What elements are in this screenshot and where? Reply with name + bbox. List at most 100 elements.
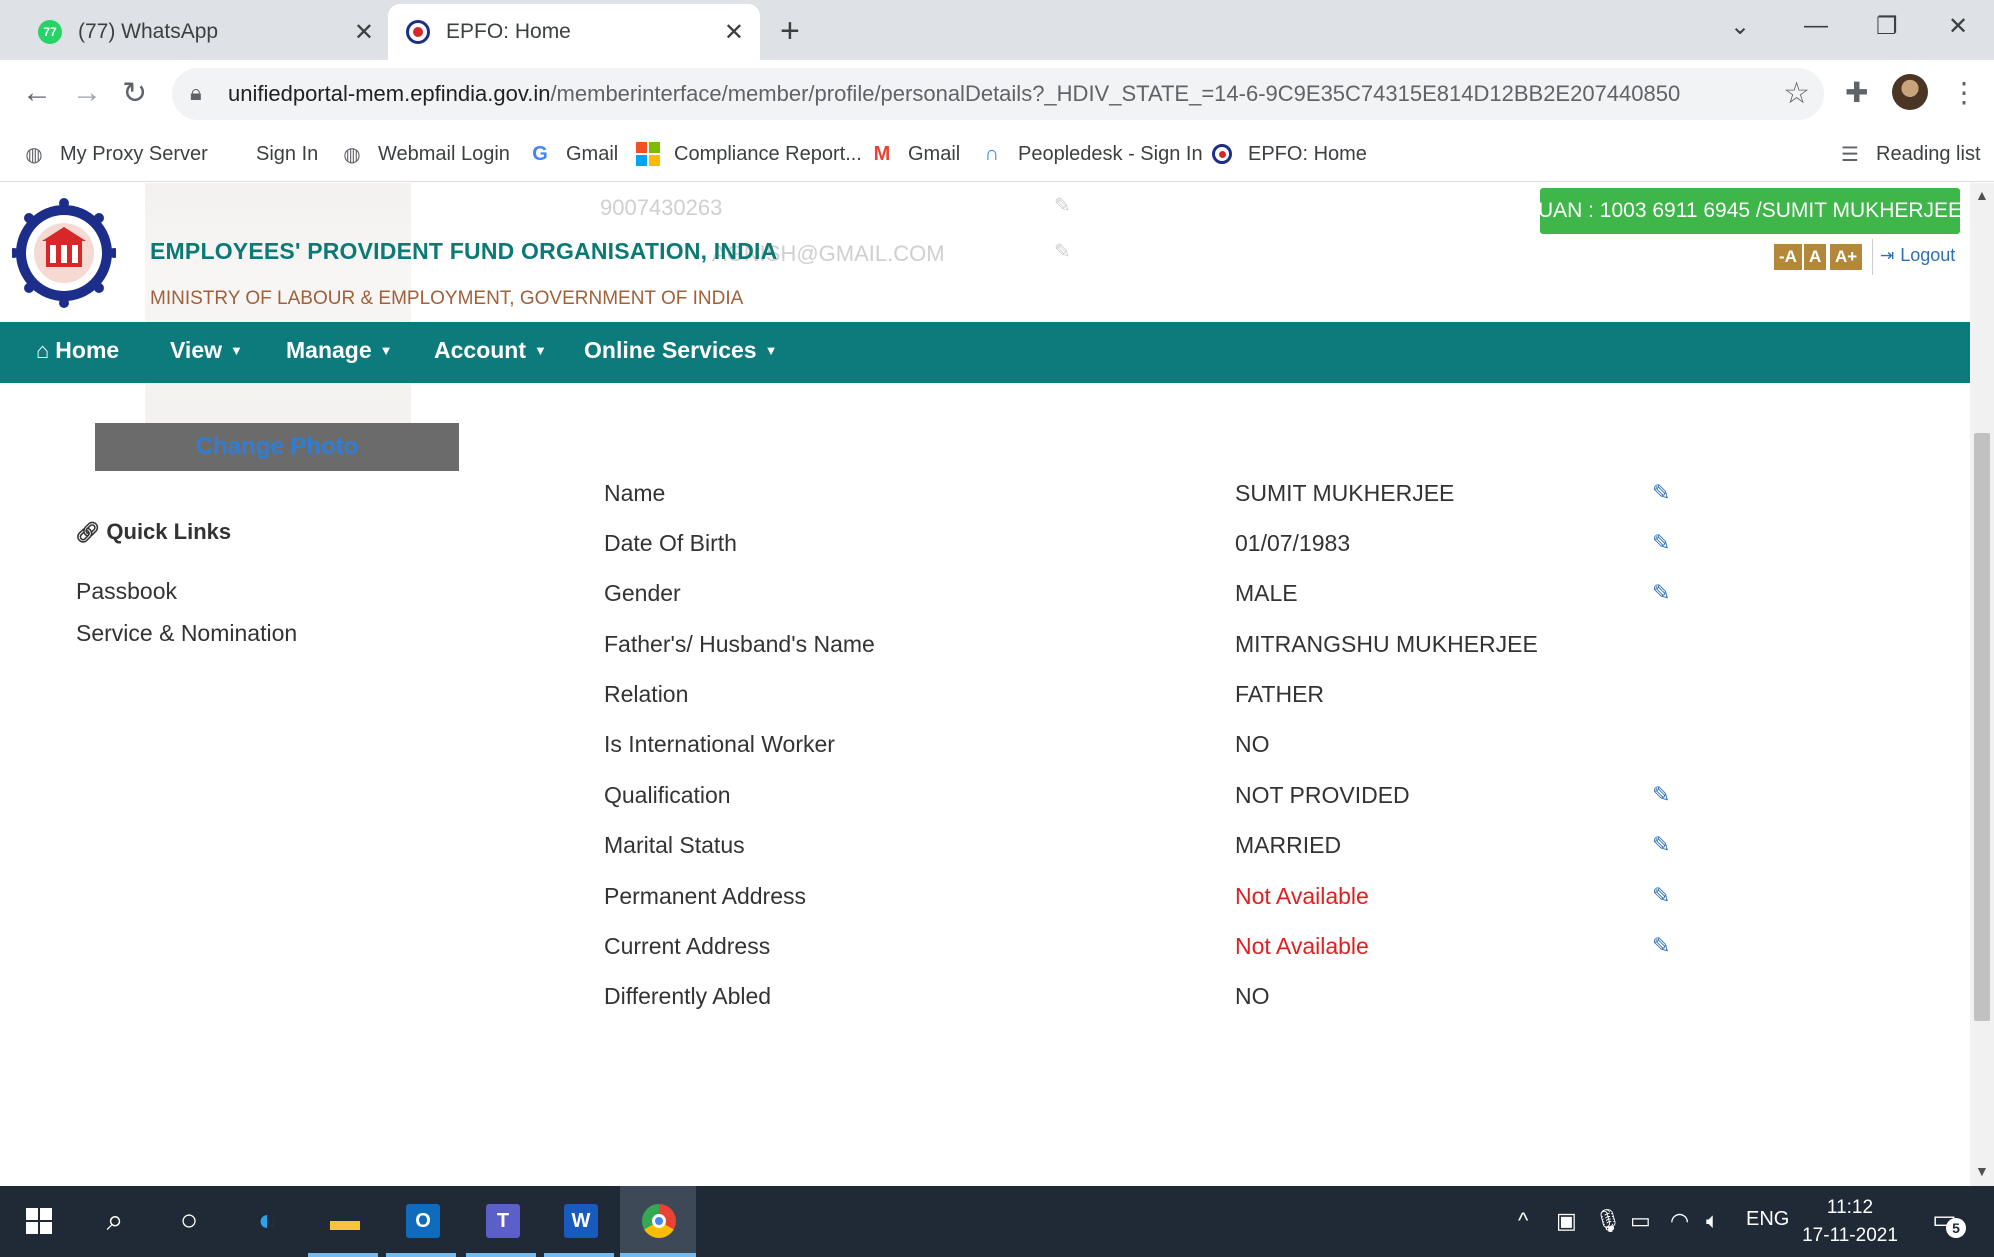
edit-marital-status-pencil-icon[interactable]: ✎ (1652, 832, 1670, 858)
scrollbar-thumb[interactable] (1974, 433, 1990, 1021)
quick-link-service-nomination[interactable]: Service & Nomination (76, 620, 297, 647)
notification-center-icon[interactable]: ▭ 5 (1932, 1204, 1966, 1238)
running-app-underline (386, 1253, 456, 1257)
edit-qualification-pencil-icon[interactable]: ✎ (1652, 782, 1670, 808)
caret-down-icon: ▼ (379, 343, 393, 358)
globe-icon: ◍ (25, 143, 43, 166)
bookmark-webmail-login[interactable]: ◍ Webmail Login (340, 138, 510, 170)
cortana-icon[interactable]: ○ (166, 1198, 212, 1244)
word-icon[interactable]: W (558, 1198, 604, 1244)
detail-value: 01/07/1983 (1235, 530, 1351, 556)
bookmark-gmail-google[interactable]: G Gmail (528, 138, 618, 170)
back-icon[interactable]: ← (22, 76, 52, 110)
profile-avatar[interactable] (1892, 74, 1928, 110)
forward-icon[interactable]: → (72, 76, 102, 110)
minimize-icon[interactable]: — (1804, 12, 1828, 40)
detail-label: Date Of Birth (604, 530, 737, 556)
bookmark-label: EPFO: Home (1248, 142, 1367, 165)
reload-icon[interactable]: ↻ (122, 76, 147, 111)
browser-tab-strip: 77 (77) WhatsApp ✕ EPFO: Home ✕ + ⌄ — ❐ … (0, 0, 1994, 60)
teams-icon[interactable]: T (480, 1198, 526, 1244)
show-hidden-icons-chevron-icon[interactable]: ^ (1518, 1208, 1528, 1234)
ghost-pencil-icon: ✎ (1054, 195, 1071, 217)
edit-current-address-pencil-icon[interactable]: ✎ (1652, 933, 1670, 959)
bookmark-peopledesk[interactable]: ∩ Peopledesk - Sign In (980, 138, 1203, 170)
tab-whatsapp[interactable]: 77 (77) WhatsApp ✕ (20, 4, 390, 60)
detail-value: MALE (1235, 580, 1298, 606)
edit-permanent-address-pencil-icon[interactable]: ✎ (1652, 883, 1670, 909)
bookmark-sign-in[interactable]: Sign In (256, 138, 318, 170)
restore-icon[interactable]: ❐ (1876, 12, 1898, 41)
bookmarks-bar: ◍ My Proxy Server Sign In ◍ Webmail Logi… (0, 128, 1994, 182)
lock-icon: 🔒︎ (190, 80, 202, 105)
bookmark-gmail[interactable]: M Gmail (870, 138, 961, 170)
nav-view-label: View (170, 337, 222, 363)
detail-value: SUMIT MUKHERJEE (1235, 480, 1455, 506)
tab-search-chevron-icon[interactable]: ⌄ (1730, 12, 1750, 41)
page-scrollbar[interactable]: ▲ ▼ (1970, 183, 1994, 1186)
language-indicator[interactable]: ENG (1746, 1208, 1789, 1231)
outlook-icon[interactable]: O (400, 1198, 446, 1244)
logout-link[interactable]: ⇥ Logout (1880, 245, 1955, 266)
address-bar[interactable]: 🔒︎ unifiedportal-mem.epfindia.gov.in/mem… (172, 68, 1824, 120)
nav-home[interactable]: ⌂ Home (36, 337, 119, 364)
star-icon[interactable]: ☆ (1783, 76, 1810, 111)
meet-now-icon[interactable]: ▣ (1556, 1208, 1577, 1234)
running-app-underline (466, 1253, 536, 1257)
header-divider (1872, 239, 1873, 275)
quick-link-passbook[interactable]: Passbook (76, 578, 177, 605)
reading-list-button[interactable]: ☰ Reading list (1838, 138, 1981, 170)
bookmark-epfo-home[interactable]: EPFO: Home (1210, 138, 1367, 170)
nav-view[interactable]: View ▼ (170, 337, 243, 364)
puzzle-icon[interactable]: ✚ (1845, 76, 1868, 109)
tab-epfo-home[interactable]: EPFO: Home ✕ (388, 4, 760, 60)
edit-name-pencil-icon[interactable]: ✎ (1652, 480, 1670, 506)
scroll-up-icon[interactable]: ▲ (1975, 187, 1989, 203)
battery-icon[interactable]: ▭ (1630, 1208, 1651, 1234)
nav-manage[interactable]: Manage ▼ (286, 337, 393, 364)
detail-label: Qualification (604, 782, 731, 808)
change-photo-button[interactable]: Change Photo (95, 423, 459, 471)
microphone-icon[interactable]: 🎙︎ (1594, 1208, 1622, 1234)
font-reset-button[interactable]: A (1804, 244, 1827, 270)
active-app-underline (620, 1253, 696, 1257)
peopledesk-icon: ∩ (984, 142, 1000, 165)
edge-icon[interactable]: ◐ (244, 1198, 290, 1244)
gmail-icon: M (873, 142, 891, 165)
close-tab-icon[interactable]: ✕ (724, 18, 744, 47)
caret-down-icon: ▼ (230, 343, 243, 358)
detail-label: Current Address (604, 933, 771, 959)
nav-online-services[interactable]: Online Services ▼ (584, 337, 777, 364)
edit-dob-pencil-icon[interactable]: ✎ (1652, 530, 1670, 556)
close-tab-icon[interactable]: ✕ (354, 18, 374, 47)
windows-start-icon[interactable] (16, 1198, 62, 1244)
microsoft-logo-icon (636, 142, 660, 166)
address-toolbar: ← → ↻ 🔒︎ unifiedportal-mem.epfindia.gov.… (0, 60, 1994, 128)
file-explorer-icon[interactable]: ▬ (322, 1198, 368, 1244)
search-icon[interactable]: ⌕ (92, 1198, 138, 1244)
uan-badge: UAN : 1003 6911 6945 /SUMIT MUKHERJEE (1538, 188, 1962, 234)
caret-down-icon: ▼ (534, 343, 547, 358)
detail-label: Name (604, 480, 666, 506)
reading-list-label: Reading list (1876, 142, 1981, 165)
edit-gender-pencil-icon[interactable]: ✎ (1652, 580, 1670, 606)
running-app-underline (308, 1253, 378, 1257)
wifi-icon[interactable]: ◠ (1670, 1208, 1689, 1234)
detail-value-not-available: Not Available (1235, 933, 1369, 959)
font-increase-button[interactable]: A+ (1830, 244, 1863, 270)
bookmark-my-proxy-server[interactable]: ◍ My Proxy Server (22, 138, 208, 170)
nav-account[interactable]: Account ▼ (434, 337, 547, 364)
volume-icon[interactable]: 🔈︎ (1706, 1208, 1719, 1234)
kebab-menu-icon[interactable]: ⋮ (1950, 76, 1978, 109)
bookmark-label: Gmail (566, 142, 619, 165)
epfo-logo[interactable] (12, 197, 116, 309)
new-tab-icon[interactable]: + (780, 12, 800, 51)
close-window-icon[interactable]: ✕ (1948, 12, 1968, 41)
taskbar-clock[interactable]: 11:12 17-11-2021 (1790, 1194, 1910, 1250)
epfo-favicon-icon (1210, 142, 1234, 166)
font-decrease-button[interactable]: -A (1774, 244, 1802, 270)
chrome-icon[interactable] (636, 1198, 682, 1244)
bookmark-compliance-report[interactable]: Compliance Report... (636, 138, 862, 170)
scroll-down-icon[interactable]: ▼ (1975, 1163, 1989, 1179)
nav-manage-label: Manage (286, 337, 372, 363)
